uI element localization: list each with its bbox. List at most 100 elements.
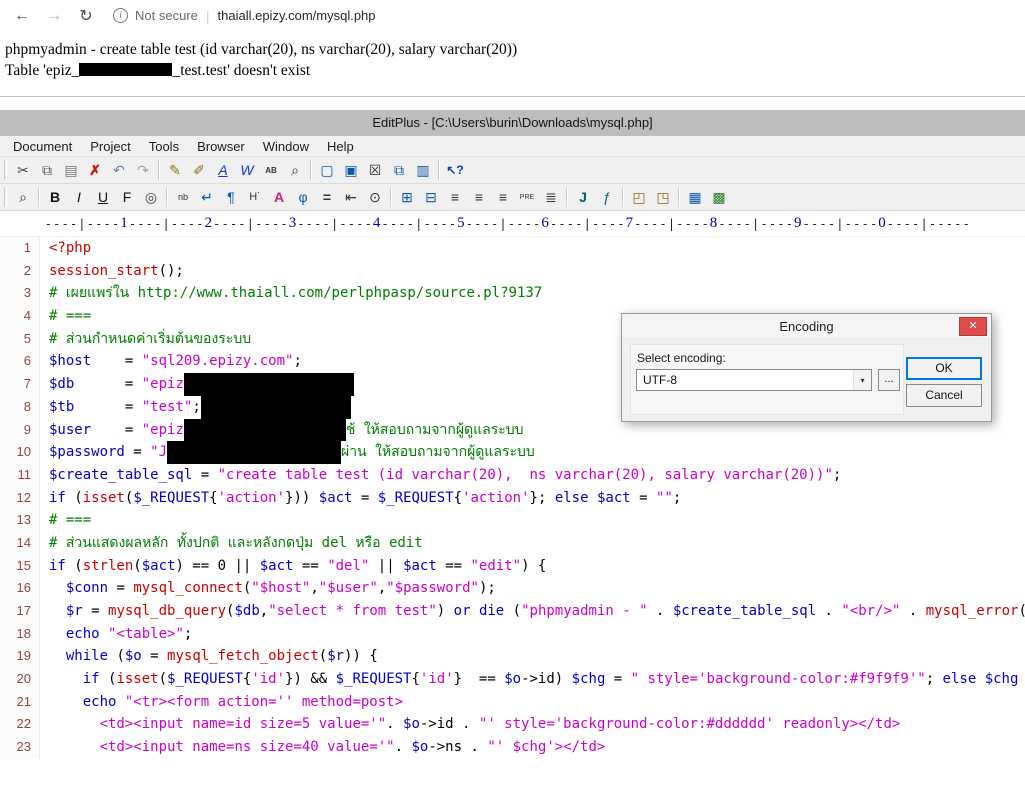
fullscreen-icon[interactable]: ▢ (315, 159, 339, 181)
forward-icon[interactable]: → (44, 7, 64, 25)
toolbar-handle[interactable] (4, 187, 7, 207)
find-in-files-icon[interactable]: ⌕ (283, 159, 307, 181)
view-in-browser-icon[interactable]: ⌕ (11, 186, 35, 208)
replace-icon[interactable]: ✐ (187, 159, 211, 181)
code-line[interactable]: 15 if (strlen($act) == 0 || $act == "del"… (0, 554, 1025, 578)
encoding-select[interactable]: UTF-8 ▾ (636, 369, 872, 391)
code-line[interactable]: 16 $conn = mysql_connect("$host","$user"… (0, 577, 1025, 600)
preview-icon[interactable]: ◎ (139, 186, 163, 208)
find-icon[interactable]: ✎ (163, 159, 187, 181)
line-number[interactable]: 23 (0, 736, 40, 759)
paste-icon[interactable]: ▤ (59, 159, 83, 181)
menu-help[interactable]: Help (318, 139, 363, 154)
menu-browser[interactable]: Browser (188, 139, 254, 154)
line-number[interactable]: 22 (0, 713, 40, 737)
menu-project[interactable]: Project (81, 139, 139, 154)
address-bar[interactable]: i Not secure | thaiall.epizy.com/mysql.p… (113, 8, 376, 24)
code-line[interactable]: 11 $create_table_sql = "create table test… (0, 463, 1025, 487)
line-number[interactable]: 4 (0, 305, 40, 328)
heading-icon[interactable]: H˙ (243, 186, 267, 208)
back-icon[interactable]: ← (12, 7, 32, 25)
folder-left-icon[interactable]: ◰ (627, 186, 651, 208)
font-icon[interactable]: A (211, 159, 235, 181)
undo-icon[interactable]: ↶ (107, 159, 131, 181)
menu-tools[interactable]: Tools (140, 139, 188, 154)
horizontal-rule-icon[interactable]: = (315, 186, 339, 208)
code-line[interactable]: 14 # ส่วนแสดงผลหลัก ทั้งปกติ และหลังกดปุ่… (0, 531, 1025, 555)
line-number[interactable]: 8 (0, 395, 40, 419)
folder-right-icon[interactable]: ◳ (651, 186, 675, 208)
paragraph-icon[interactable]: ¶ (219, 186, 243, 208)
line-number[interactable]: 15 (0, 554, 40, 578)
line-number[interactable]: 10 (0, 441, 40, 464)
code-line[interactable]: 22 <td><input name=id size=5 value='". $… (0, 713, 1025, 737)
bold-icon[interactable]: B (43, 186, 67, 208)
code-line[interactable]: 13 # === (0, 509, 1025, 532)
line-number[interactable]: 17 (0, 600, 40, 623)
context-help-icon[interactable]: ↖? (443, 159, 467, 181)
line-number[interactable]: 9 (0, 418, 40, 442)
font-size-icon[interactable]: F (115, 186, 139, 208)
split-window-icon[interactable]: ⧉ (387, 159, 411, 181)
line-number[interactable]: 7 (0, 373, 40, 396)
palette-icon[interactable]: ▩ (707, 186, 731, 208)
code-line[interactable]: 23 <td><input name=ns size=40 value='". … (0, 736, 1025, 759)
code-line[interactable]: 20 if (isset($_REQUEST{'id'}) && $_REQUE… (0, 668, 1025, 691)
underline-icon[interactable]: U (91, 186, 115, 208)
align-left-icon[interactable]: ≡ (443, 186, 467, 208)
line-number[interactable]: 16 (0, 577, 40, 600)
close-icon[interactable]: ✕ (959, 317, 987, 336)
ok-button[interactable]: OK (906, 357, 982, 380)
code-line[interactable]: 17 $r = mysql_db_query ($db,"select * fro… (0, 600, 1025, 623)
browser-view-icon[interactable]: ▥ (411, 159, 435, 181)
line-number[interactable]: 18 (0, 622, 40, 646)
line-number[interactable]: 1 (0, 237, 40, 260)
copy-icon[interactable]: ⧉ (35, 159, 59, 181)
line-number[interactable]: 5 (0, 327, 40, 351)
url-text[interactable]: thaiall.epizy.com/mysql.php (218, 8, 376, 23)
code-line[interactable]: 1 <?php (0, 237, 1025, 260)
bullet-icon[interactable]: ⊙ (363, 186, 387, 208)
anchor-icon[interactable]: φ (291, 186, 315, 208)
line-number[interactable]: 20 (0, 668, 40, 691)
toolbar-handle[interactable] (4, 160, 7, 180)
nonbreaking-space-icon[interactable]: nb (171, 186, 195, 208)
delete-icon[interactable]: ✗ (83, 159, 107, 181)
window-list-icon[interactable]: ▣ (339, 159, 363, 181)
code-line[interactable]: 2 session_start(); (0, 259, 1025, 283)
menu-window[interactable]: Window (254, 139, 318, 154)
cut-icon[interactable]: ✂ (11, 159, 35, 181)
close-window-icon[interactable]: ☒ (363, 159, 387, 181)
redo-icon[interactable]: ↷ (131, 159, 155, 181)
line-break-icon[interactable]: ↵ (195, 186, 219, 208)
list-icon[interactable]: ≣ (539, 186, 563, 208)
line-number[interactable]: 11 (0, 463, 40, 487)
italic-icon[interactable]: I (67, 186, 91, 208)
line-number[interactable]: 13 (0, 509, 40, 532)
code-line[interactable]: 12 if (isset($_REQUEST{'action'})) $act =… (0, 486, 1025, 510)
browse-button[interactable]: ... (878, 369, 900, 391)
align-right-icon[interactable]: ≡ (491, 186, 515, 208)
pre-icon[interactable]: PRE (515, 186, 539, 208)
line-number[interactable]: 3 (0, 282, 40, 306)
info-icon[interactable]: i (113, 8, 128, 23)
grid-icon[interactable]: ▦ (683, 186, 707, 208)
line-number[interactable]: 21 (0, 690, 40, 714)
code-line[interactable]: 21 echo "<tr><form action='' method=post… (0, 690, 1025, 714)
line-number[interactable]: 2 (0, 259, 40, 283)
menu-document[interactable]: Document (4, 139, 81, 154)
line-number[interactable]: 12 (0, 486, 40, 510)
code-line[interactable]: 10 $password = "J ผ่าน ให้สอบถามจากผู้ดูแล… (0, 441, 1025, 464)
chevron-down-icon[interactable]: ▾ (853, 370, 871, 390)
code-line[interactable]: 18 echo "<table>"; (0, 622, 1025, 646)
table-icon[interactable]: ⊞ (395, 186, 419, 208)
line-number[interactable]: 6 (0, 350, 40, 374)
align-center-icon[interactable]: ≡ (467, 186, 491, 208)
cancel-button[interactable]: Cancel (906, 384, 982, 407)
script-icon[interactable]: W (235, 159, 259, 181)
code-line[interactable]: 3 # เผยแพร่ใน http://www.thaiall.com/perl… (0, 282, 1025, 306)
complete-word-icon[interactable]: AB (259, 159, 283, 181)
line-number[interactable]: 19 (0, 645, 40, 669)
line-number[interactable]: 14 (0, 531, 40, 555)
table-row-icon[interactable]: ⊟ (419, 186, 443, 208)
